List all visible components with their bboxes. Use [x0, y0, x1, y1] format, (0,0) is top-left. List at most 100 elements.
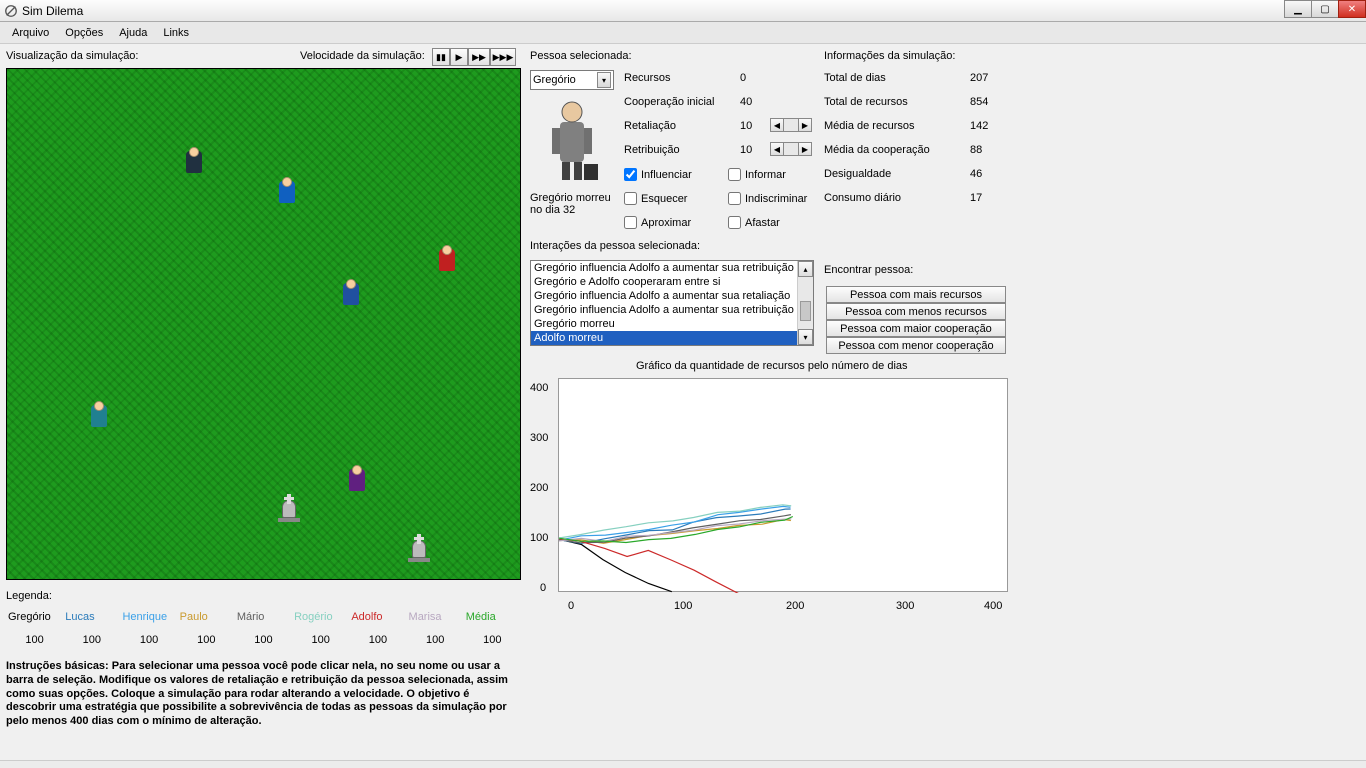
- value-retaliacao: 10: [740, 120, 752, 132]
- speed-pause-button[interactable]: ▮▮: [432, 48, 450, 66]
- menu-links[interactable]: Links: [155, 25, 197, 41]
- sprite[interactable]: [339, 279, 363, 311]
- interaction-row[interactable]: Gregório influencia Adolfo a aumentar su…: [531, 261, 813, 275]
- legend-value: 100: [407, 634, 464, 646]
- chk-indiscriminar[interactable]: Indiscriminar: [728, 192, 807, 205]
- retaliacao-inc-button[interactable]: ▶: [798, 118, 812, 132]
- ytick-400: 400: [530, 382, 548, 394]
- label-siminfo: Informações da simulação:: [824, 50, 955, 62]
- label-encontrar: Encontrar pessoa:: [824, 264, 913, 276]
- legend-name[interactable]: Gregório: [6, 610, 63, 624]
- minimize-button[interactable]: ▁: [1284, 0, 1312, 18]
- find-menor-coop-button[interactable]: Pessoa com menor cooperação: [826, 337, 1006, 354]
- label-total-dias: Total de dias: [824, 72, 886, 84]
- value-recursos: 0: [740, 72, 746, 84]
- label-recursos: Recursos: [624, 72, 670, 84]
- menu-ajuda[interactable]: Ajuda: [111, 25, 155, 41]
- menu-opcoes[interactable]: Opções: [57, 25, 111, 41]
- interaction-row[interactable]: Gregório influencia Adolfo a aumentar su…: [531, 289, 813, 303]
- scrollbar-thumb[interactable]: [800, 301, 811, 321]
- retribuicao-inc-button[interactable]: ▶: [798, 142, 812, 156]
- label-total-recursos: Total de recursos: [824, 96, 908, 108]
- death-note: Gregório morreu no dia 32: [530, 192, 620, 216]
- xtick-0: 0: [568, 600, 574, 612]
- scrollbar-up-icon[interactable]: ▴: [798, 261, 813, 277]
- value-retribuicao: 10: [740, 144, 752, 156]
- value-media-coop: 88: [970, 144, 982, 156]
- menu-arquivo[interactable]: Arquivo: [4, 25, 57, 41]
- interactions-listbox[interactable]: Gregório influencia Adolfo a aumentar su…: [530, 260, 814, 346]
- app-icon: [4, 4, 18, 18]
- interaction-row[interactable]: Gregório e Adolfo cooperaram entre si: [531, 275, 813, 289]
- label-retribuicao: Retribuição: [624, 144, 680, 156]
- listbox-scrollbar[interactable]: ▴ ▾: [797, 261, 813, 345]
- scrollbar-down-icon[interactable]: ▾: [798, 329, 813, 345]
- xtick-300: 300: [896, 600, 914, 612]
- find-menos-recursos-button[interactable]: Pessoa com menos recursos: [826, 303, 1006, 320]
- interaction-row[interactable]: Gregório morreu: [531, 317, 813, 331]
- close-button[interactable]: ✕: [1338, 0, 1366, 18]
- sprite[interactable]: [345, 465, 369, 497]
- sprite[interactable]: [435, 245, 459, 277]
- interaction-row[interactable]: Gregório influencia Adolfo a aumentar su…: [531, 303, 813, 317]
- retaliacao-track[interactable]: [784, 118, 798, 132]
- interaction-row[interactable]: Adolfo morreu: [531, 331, 813, 345]
- legend-names-row: GregórioLucasHenriquePauloMárioRogérioAd…: [6, 610, 521, 624]
- legend-name[interactable]: Mário: [235, 610, 292, 624]
- label-retaliacao: Retaliação: [624, 120, 676, 132]
- xtick-200: 200: [786, 600, 804, 612]
- legend-value: 100: [349, 634, 406, 646]
- legend-name[interactable]: Paulo: [178, 610, 235, 624]
- speed-3-button[interactable]: ▶▶▶: [490, 48, 516, 66]
- label-velocidade: Velocidade da simulação:: [300, 50, 425, 62]
- window-title: Sim Dilema: [22, 4, 1362, 18]
- grave[interactable]: [407, 534, 431, 562]
- ytick-100: 100: [530, 532, 548, 544]
- legend-value: 100: [235, 634, 292, 646]
- label-visualizacao: Visualização da simulação:: [6, 50, 138, 62]
- value-media-recursos: 142: [970, 120, 988, 132]
- menubar: Arquivo Opções Ajuda Links: [0, 22, 1366, 44]
- find-mais-recursos-button[interactable]: Pessoa com mais recursos: [826, 286, 1006, 303]
- grave[interactable]: [277, 494, 301, 522]
- simulation-canvas[interactable]: [6, 68, 521, 580]
- legend-name[interactable]: Rogério: [292, 610, 349, 624]
- legend-name[interactable]: Adolfo: [349, 610, 406, 624]
- label-consumo: Consumo diário: [824, 192, 901, 204]
- retaliacao-dec-button[interactable]: ◀: [770, 118, 784, 132]
- chk-influenciar[interactable]: Influenciar: [624, 168, 692, 181]
- ytick-200: 200: [530, 482, 548, 494]
- legend-values-row: 100100100100100100100100100: [6, 634, 521, 646]
- retribuicao-track[interactable]: [784, 142, 798, 156]
- status-bar: [0, 760, 1366, 768]
- legend-name[interactable]: Média: [464, 610, 521, 624]
- sprite[interactable]: [182, 147, 206, 179]
- chk-afastar[interactable]: Afastar: [728, 216, 780, 229]
- legend-value: 100: [292, 634, 349, 646]
- find-maior-coop-button[interactable]: Pessoa com maior cooperação: [826, 320, 1006, 337]
- label-interacoes: Interações da pessoa selecionada:: [530, 240, 700, 252]
- ytick-300: 300: [530, 432, 548, 444]
- retribuicao-dec-button[interactable]: ◀: [770, 142, 784, 156]
- chk-aproximar[interactable]: Aproximar: [624, 216, 691, 229]
- legend-name[interactable]: Lucas: [63, 610, 120, 624]
- dropdown-arrow-icon[interactable]: ▾: [597, 72, 611, 88]
- maximize-button[interactable]: ▢: [1311, 0, 1339, 18]
- xtick-100: 100: [674, 600, 692, 612]
- legend-value: 100: [178, 634, 235, 646]
- legend-name[interactable]: Marisa: [407, 610, 464, 624]
- legend-name[interactable]: Henrique: [120, 610, 177, 624]
- value-desigualdade: 46: [970, 168, 982, 180]
- value-total-dias: 207: [970, 72, 988, 84]
- sprite[interactable]: [275, 177, 299, 209]
- legend-value: 100: [120, 634, 177, 646]
- chk-informar[interactable]: Informar: [728, 168, 786, 181]
- person-select[interactable]: Gregório ▾: [530, 70, 614, 90]
- chk-esquecer[interactable]: Esquecer: [624, 192, 687, 205]
- chart-title: Gráfico da quantidade de recursos pelo n…: [636, 360, 908, 372]
- person-select-value: Gregório: [533, 74, 576, 86]
- speed-1-button[interactable]: ▶: [450, 48, 468, 66]
- speed-2-button[interactable]: ▶▶: [468, 48, 490, 66]
- value-total-recursos: 854: [970, 96, 988, 108]
- sprite[interactable]: [87, 401, 111, 433]
